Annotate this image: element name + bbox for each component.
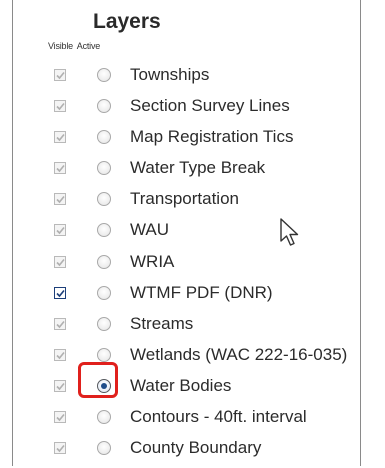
layer-label: WTMF PDF (DNR) [130,282,273,302]
column-headers: Visible Active [48,41,102,51]
layer-label: WRIA [130,251,175,271]
active-radio[interactable] [97,161,111,176]
layer-list: Townships Section Survey Lines Map Regis… [13,62,362,466]
layer-row: Water Bodies [13,373,362,404]
selection-highlight-box [78,362,118,398]
active-radio[interactable] [97,410,111,425]
layer-row: Water Type Break [13,155,362,186]
layer-row: Section Survey Lines [13,93,362,124]
visible-checkbox[interactable] [54,193,66,206]
layer-label: Wetlands (WAC 222-16-035) [130,344,348,364]
panel-title: Layers [93,10,161,33]
mouse-pointer-icon [280,218,299,246]
active-column-header: Active [76,41,101,51]
layer-label: Contours - 40ft. interval [130,407,307,427]
layer-label: Map Registration Tics [130,127,294,147]
visible-column-header: Visible [48,41,73,51]
visible-checkbox[interactable] [54,411,66,424]
layer-row: Map Registration Tics [13,124,362,155]
layer-label: Water Type Break [130,158,266,178]
active-radio[interactable] [97,316,111,331]
visible-checkbox[interactable] [54,379,66,392]
active-radio[interactable] [97,254,111,269]
active-radio[interactable] [97,347,111,362]
layer-label: County Boundary [130,438,262,458]
layer-label: WAU [130,220,170,240]
layer-row: WAU [13,217,362,248]
layer-row: WRIA [13,249,362,280]
visible-checkbox[interactable] [54,442,66,455]
active-radio[interactable] [97,192,111,207]
visible-checkbox[interactable] [54,286,66,299]
layers-panel: Layers Visible Active Townships Section … [12,0,361,466]
visible-checkbox[interactable] [54,69,66,81]
layer-row: Streams [13,311,362,342]
layer-label: Streams [130,313,194,333]
layer-row: WTMF PDF (DNR) [13,280,362,311]
layer-row: Transportation [13,186,362,217]
visible-checkbox[interactable] [54,348,66,361]
visible-checkbox[interactable] [54,224,66,237]
layer-row: Contours - 40ft. interval [13,404,362,435]
visible-checkbox[interactable] [54,255,66,268]
layer-label: Townships [130,65,210,84]
layer-row: Wetlands (WAC 222-16-035) [13,342,362,373]
layer-label: Water Bodies [130,375,232,395]
layer-label: Transportation [130,189,239,209]
active-radio[interactable] [97,99,111,114]
visible-checkbox[interactable] [54,131,66,144]
visible-checkbox[interactable] [54,317,66,330]
active-radio[interactable] [97,441,111,456]
active-radio[interactable] [97,68,111,82]
active-radio[interactable] [97,223,111,238]
visible-checkbox[interactable] [54,100,66,113]
visible-checkbox[interactable] [54,162,66,175]
layer-row: County Boundary [13,435,362,466]
layer-row: Townships [13,62,362,93]
layer-label: Section Survey Lines [130,96,290,116]
active-radio[interactable] [97,130,111,145]
active-radio[interactable] [97,285,111,300]
